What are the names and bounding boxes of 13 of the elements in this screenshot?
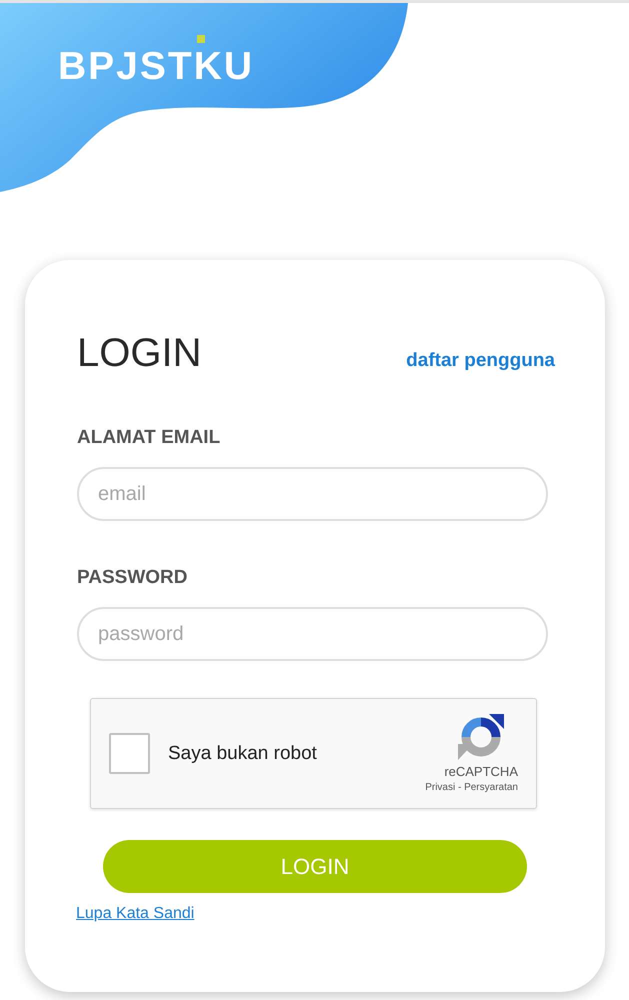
logo-text: BPJSTKU: [58, 47, 254, 86]
text-field[interactable]: email: [77, 467, 548, 521]
field-label: ALAMAT EMAIL: [77, 427, 220, 449]
recaptcha-brand: reCAPTCHA: [444, 764, 518, 780]
recaptcha-checkbox[interactable]: [109, 733, 150, 774]
recaptcha-label: Saya bukan robot: [168, 744, 317, 763]
recaptcha-terms-links[interactable]: Privasi - Persyaratan: [425, 782, 518, 794]
login-title: LOGIN: [77, 333, 202, 373]
text-field[interactable]: password: [77, 607, 548, 661]
register-link[interactable]: daftar pengguna: [406, 351, 555, 370]
recaptcha-logo-icon: [458, 714, 504, 760]
forgot-password-link[interactable]: Lupa Kata Sandi: [76, 905, 194, 923]
field-label: PASSWORD: [77, 567, 188, 589]
